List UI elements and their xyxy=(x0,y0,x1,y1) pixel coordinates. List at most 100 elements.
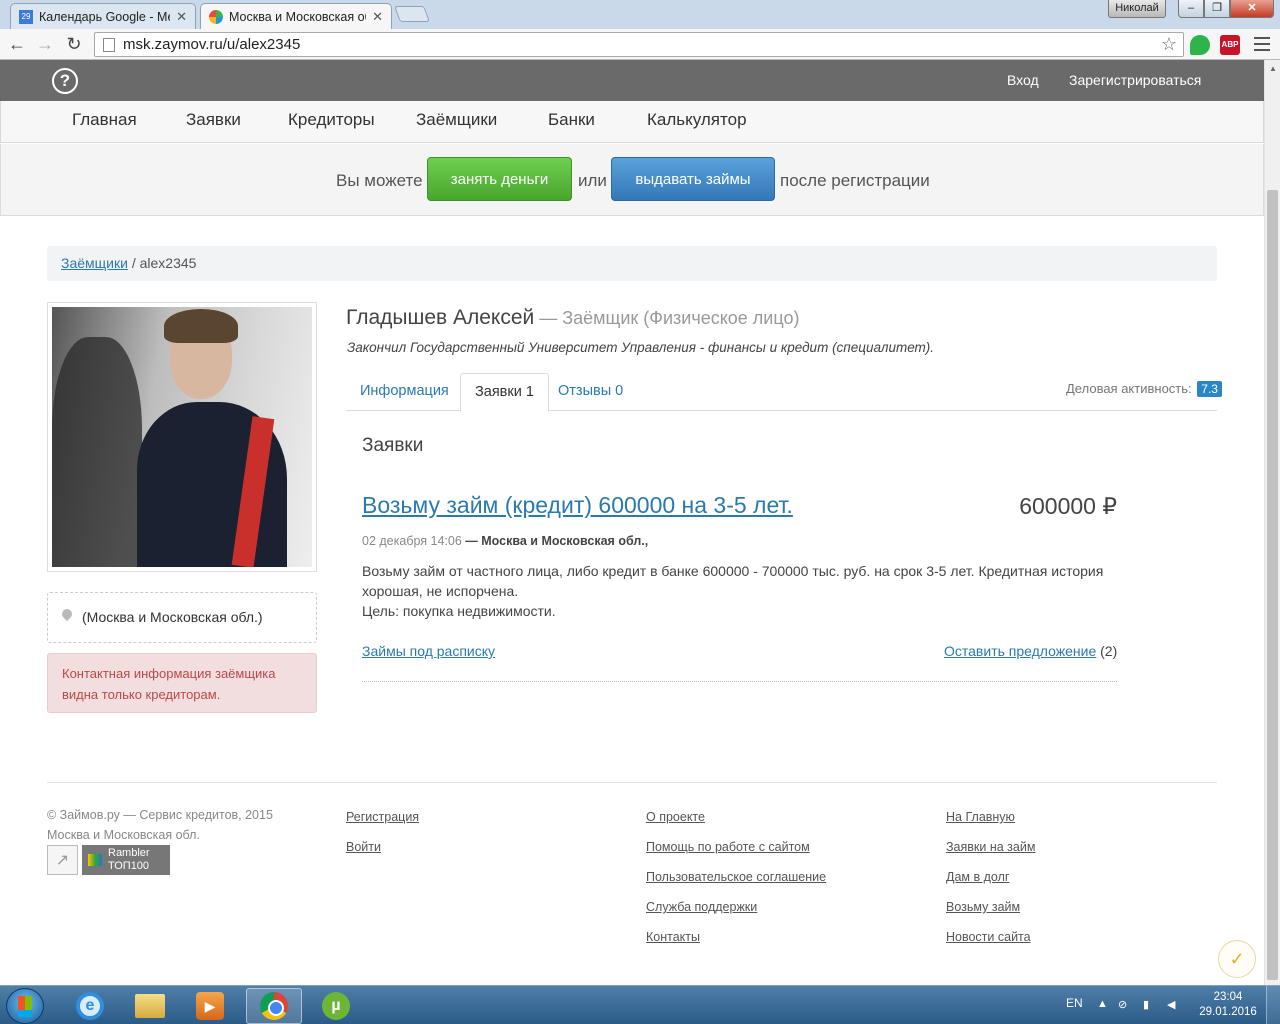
contact-info-alert: Контактная информация заёмщика видна тол… xyxy=(47,653,317,713)
loan-description-line: Возьму займ от частного лица, либо креди… xyxy=(362,563,1104,599)
taskbar-explorer[interactable] xyxy=(122,988,178,1024)
nav-item-requests[interactable]: Заявки xyxy=(186,110,241,130)
footer-link-lend[interactable]: Дам в долг xyxy=(946,870,1035,900)
browser-toolbar: ← → ↻ msk.zaymov.ru/u/alex2345 ☆ ABP xyxy=(0,29,1280,60)
rambler-top100-badge[interactable]: Rambler ТОП100 xyxy=(82,845,170,875)
browser-menu-icon[interactable] xyxy=(1254,37,1270,51)
minimize-button[interactable]: ‒ xyxy=(1178,0,1204,18)
back-arrow-icon[interactable]: ← xyxy=(6,33,28,55)
rambler-label: Rambler xyxy=(108,847,150,859)
new-tab-button[interactable] xyxy=(394,6,430,22)
cta-suffix: после регистрации xyxy=(780,171,930,190)
scroll-thumb[interactable] xyxy=(1267,190,1278,980)
loan-date: 02 декабря 14:06 xyxy=(362,534,462,548)
tab-title: Календарь Google - Мес xyxy=(39,9,171,24)
folder-icon xyxy=(135,994,165,1018)
tab-reviews[interactable]: Отзывы 0 xyxy=(544,373,637,411)
address-bar[interactable]: msk.zaymov.ru/u/alex2345 ☆ xyxy=(94,32,1184,57)
footer-link-login[interactable]: Войти xyxy=(346,840,419,870)
media-player-icon: ▶ xyxy=(196,992,224,1020)
taskbar-media-player[interactable]: ▶ xyxy=(182,988,238,1024)
footer-link-about[interactable]: О проекте xyxy=(646,810,826,840)
receipt-loans-link[interactable]: Займы под расписку xyxy=(362,643,495,659)
clock-time: 23:04 xyxy=(1213,991,1243,1003)
cta-prefix: Вы можете xyxy=(336,171,423,190)
nav-item-banks[interactable]: Банки xyxy=(548,110,595,130)
evernote-extension-icon[interactable] xyxy=(1190,35,1210,55)
footer-link-contacts[interactable]: Контакты xyxy=(646,930,826,960)
close-icon[interactable]: ✕ xyxy=(176,9,187,25)
footer-link-terms[interactable]: Пользовательское соглашение xyxy=(646,870,826,900)
footer-col-account: Регистрация Войти xyxy=(346,810,419,870)
location-text: (Москва и Московская обл.) xyxy=(82,609,263,625)
network-signal-icon[interactable]: ▮ xyxy=(1143,998,1149,1011)
footer-link-borrow[interactable]: Возьму займ xyxy=(946,900,1035,930)
footer-link-home[interactable]: На Главную xyxy=(946,810,1035,840)
footer-link-register[interactable]: Регистрация xyxy=(346,810,419,840)
loan-purpose-line: Цель: покупка недвижимости. xyxy=(362,603,556,619)
page-icon xyxy=(103,37,115,52)
taskbar-ie[interactable]: e xyxy=(62,988,118,1024)
nav-item-calculator[interactable]: Калькулятор xyxy=(647,110,747,130)
window-controls: ‒ ❐ ✕ xyxy=(1178,0,1274,18)
loan-location: — Москва и Московская обл., xyxy=(461,534,649,548)
location-box: (Москва и Московская обл.) xyxy=(47,592,317,643)
taskbar-utorrent[interactable]: µ xyxy=(308,988,364,1024)
language-indicator[interactable]: EN xyxy=(1066,996,1083,1010)
borrow-money-button[interactable]: занять деньги xyxy=(427,157,572,201)
page-scrollbar[interactable]: ▲ xyxy=(1264,60,1280,985)
tray-expand-icon[interactable]: ▲ xyxy=(1097,998,1108,1010)
bookmark-star-icon[interactable]: ☆ xyxy=(1161,34,1177,55)
login-link[interactable]: Вход xyxy=(1007,72,1039,88)
browser-tab-zaymov[interactable]: Москва и Московская об ✕ xyxy=(200,3,392,29)
adblock-extension-icon[interactable]: ABP xyxy=(1220,35,1240,55)
shield-icon[interactable]: ✓ xyxy=(1218,940,1256,978)
register-link[interactable]: Зарегистрироваться xyxy=(1069,72,1201,88)
nav-item-lenders[interactable]: Кредиторы xyxy=(288,110,375,130)
leave-offer-link[interactable]: Оставить предложение xyxy=(944,643,1096,659)
footer-link-loan-requests[interactable]: Заявки на займ xyxy=(946,840,1035,870)
site-favicon-icon xyxy=(209,9,223,24)
loan-amount: 600000 ₽ xyxy=(1019,493,1117,519)
system-clock[interactable]: 23:04 29.01.2016 xyxy=(1196,990,1260,1020)
footer-copyright: © Займов.ру — Сервис кредитов, 2015 Моск… xyxy=(47,805,273,845)
restore-button[interactable]: ❐ xyxy=(1204,0,1230,18)
forward-arrow-icon[interactable]: → xyxy=(34,33,56,55)
nav-item-borrowers[interactable]: Заёмщики xyxy=(416,110,497,130)
footer-badges: ↗ Rambler ТОП100 xyxy=(47,845,170,875)
antivirus-tray-icon[interactable]: ⊘ xyxy=(1118,998,1127,1011)
footer-link-support[interactable]: Служба поддержки xyxy=(646,900,826,930)
lend-money-button[interactable]: выдавать займы xyxy=(611,157,775,201)
show-desktop-button[interactable] xyxy=(1266,986,1280,1024)
url-text[interactable]: msk.zaymov.ru/u/alex2345 xyxy=(123,36,1161,53)
loan-request-title-link[interactable]: Возьму займ (кредит) 600000 на 3-5 лет. xyxy=(362,492,793,519)
browser-user-chip[interactable]: Николай xyxy=(1108,0,1166,18)
windows-logo-icon xyxy=(18,996,32,1010)
window-close-button[interactable]: ✕ xyxy=(1230,0,1274,18)
external-arrow-icon[interactable]: ↗ xyxy=(47,845,78,875)
close-icon[interactable]: ✕ xyxy=(372,9,383,25)
volume-icon[interactable]: ◀ xyxy=(1167,998,1175,1011)
tab-information[interactable]: Информация xyxy=(346,373,463,411)
taskbar-chrome[interactable] xyxy=(246,988,302,1024)
footer-divider xyxy=(47,782,1217,783)
reload-icon[interactable]: ↻ xyxy=(63,33,85,55)
breadcrumb-current: alex2345 xyxy=(139,255,197,271)
avatar-frame xyxy=(47,302,317,572)
start-button[interactable] xyxy=(6,988,44,1024)
tab-title: Москва и Московская об xyxy=(229,9,367,24)
nav-item-home[interactable]: Главная xyxy=(72,110,137,130)
breadcrumb: Заёмщики / alex2345 xyxy=(47,246,1217,281)
loan-meta: 02 декабря 14:06 — Москва и Московская о… xyxy=(362,534,648,548)
breadcrumb-separator: / xyxy=(127,255,140,271)
breadcrumb-borrowers-link[interactable]: Заёмщики xyxy=(61,255,128,271)
footer-link-help[interactable]: Помощь по работе с сайтом xyxy=(646,840,826,870)
help-icon[interactable]: ? xyxy=(52,68,78,94)
browser-tab-calendar[interactable]: 29 Календарь Google - Мес ✕ xyxy=(10,3,196,29)
footer-link-news[interactable]: Новости сайта xyxy=(946,930,1035,960)
avatar[interactable] xyxy=(52,307,312,567)
cta-bar: Вы можете занять деньги или выдавать зай… xyxy=(0,144,1264,216)
tab-requests[interactable]: Заявки 1 xyxy=(460,373,549,412)
map-pin-icon xyxy=(62,609,72,623)
scroll-up-arrow-icon[interactable]: ▲ xyxy=(1269,64,1277,73)
